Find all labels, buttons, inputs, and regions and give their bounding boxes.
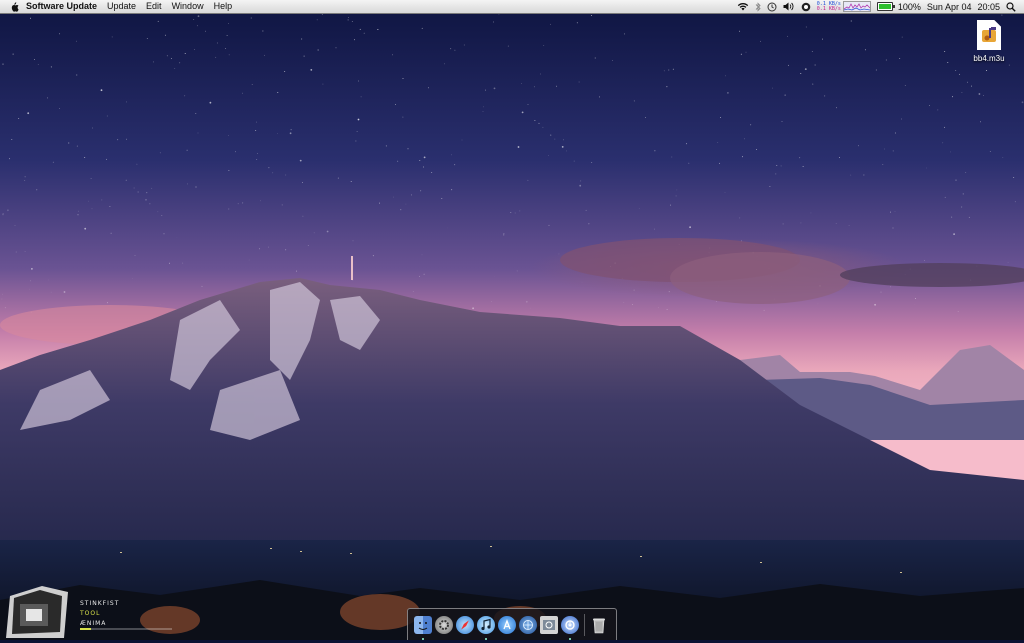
preview-icon[interactable] (540, 615, 558, 634)
battery-status[interactable]: 100% (876, 1, 921, 12)
menu-update[interactable]: Update (102, 0, 141, 13)
apple-icon[interactable] (10, 1, 20, 12)
software-update-icon[interactable] (561, 615, 579, 640)
playlist-file-icon (977, 20, 1001, 50)
trash-icon[interactable] (590, 616, 608, 634)
desktop-wallpaper (0, 0, 1024, 640)
volume-icon[interactable] (783, 0, 795, 13)
wifi-icon[interactable] (737, 0, 749, 13)
safari-icon[interactable] (456, 615, 474, 634)
menu-edit[interactable]: Edit (141, 0, 167, 13)
battery-icon (876, 2, 895, 11)
track-title: STINKFIST (80, 600, 120, 607)
track-progress-fill (80, 628, 92, 630)
desktop-file[interactable]: bb4.m3u (966, 20, 1012, 63)
album-art (4, 582, 68, 638)
dock (407, 608, 617, 640)
menu-window[interactable]: Window (167, 0, 209, 13)
net-graph (842, 1, 871, 12)
spotlight-icon[interactable] (1006, 0, 1016, 13)
menu-date[interactable]: Sun Apr 04 (927, 2, 972, 12)
menu-bar: Software Update Update Edit Window Help … (0, 0, 1024, 14)
track-artist: TOOL (80, 610, 101, 617)
dock-separator (584, 613, 585, 636)
battery-percent: 100% (897, 1, 921, 12)
finder-icon[interactable] (414, 615, 432, 640)
now-playing-widget[interactable]: STINKFIST TOOL ÆNIMA (0, 578, 180, 640)
net-up-rate: 0.1 KB/s (816, 5, 841, 12)
menu-help[interactable]: Help (209, 0, 238, 13)
desktop-file-label: bb4.m3u (973, 54, 1005, 63)
menu-time[interactable]: 20:05 (977, 2, 1000, 12)
bluetooth-icon[interactable] (755, 0, 761, 13)
system-preferences-icon[interactable] (435, 615, 453, 634)
time-machine-icon[interactable] (767, 0, 777, 13)
sync-icon[interactable] (801, 0, 811, 13)
track-progress[interactable] (80, 628, 172, 630)
app-store-icon[interactable] (498, 615, 516, 634)
network-icon[interactable] (519, 615, 537, 634)
network-monitor[interactable]: 0.1 KB/s 0.1 KB/s (817, 1, 871, 12)
menu-app-name[interactable]: Software Update (20, 0, 102, 13)
itunes-icon[interactable] (477, 615, 495, 640)
